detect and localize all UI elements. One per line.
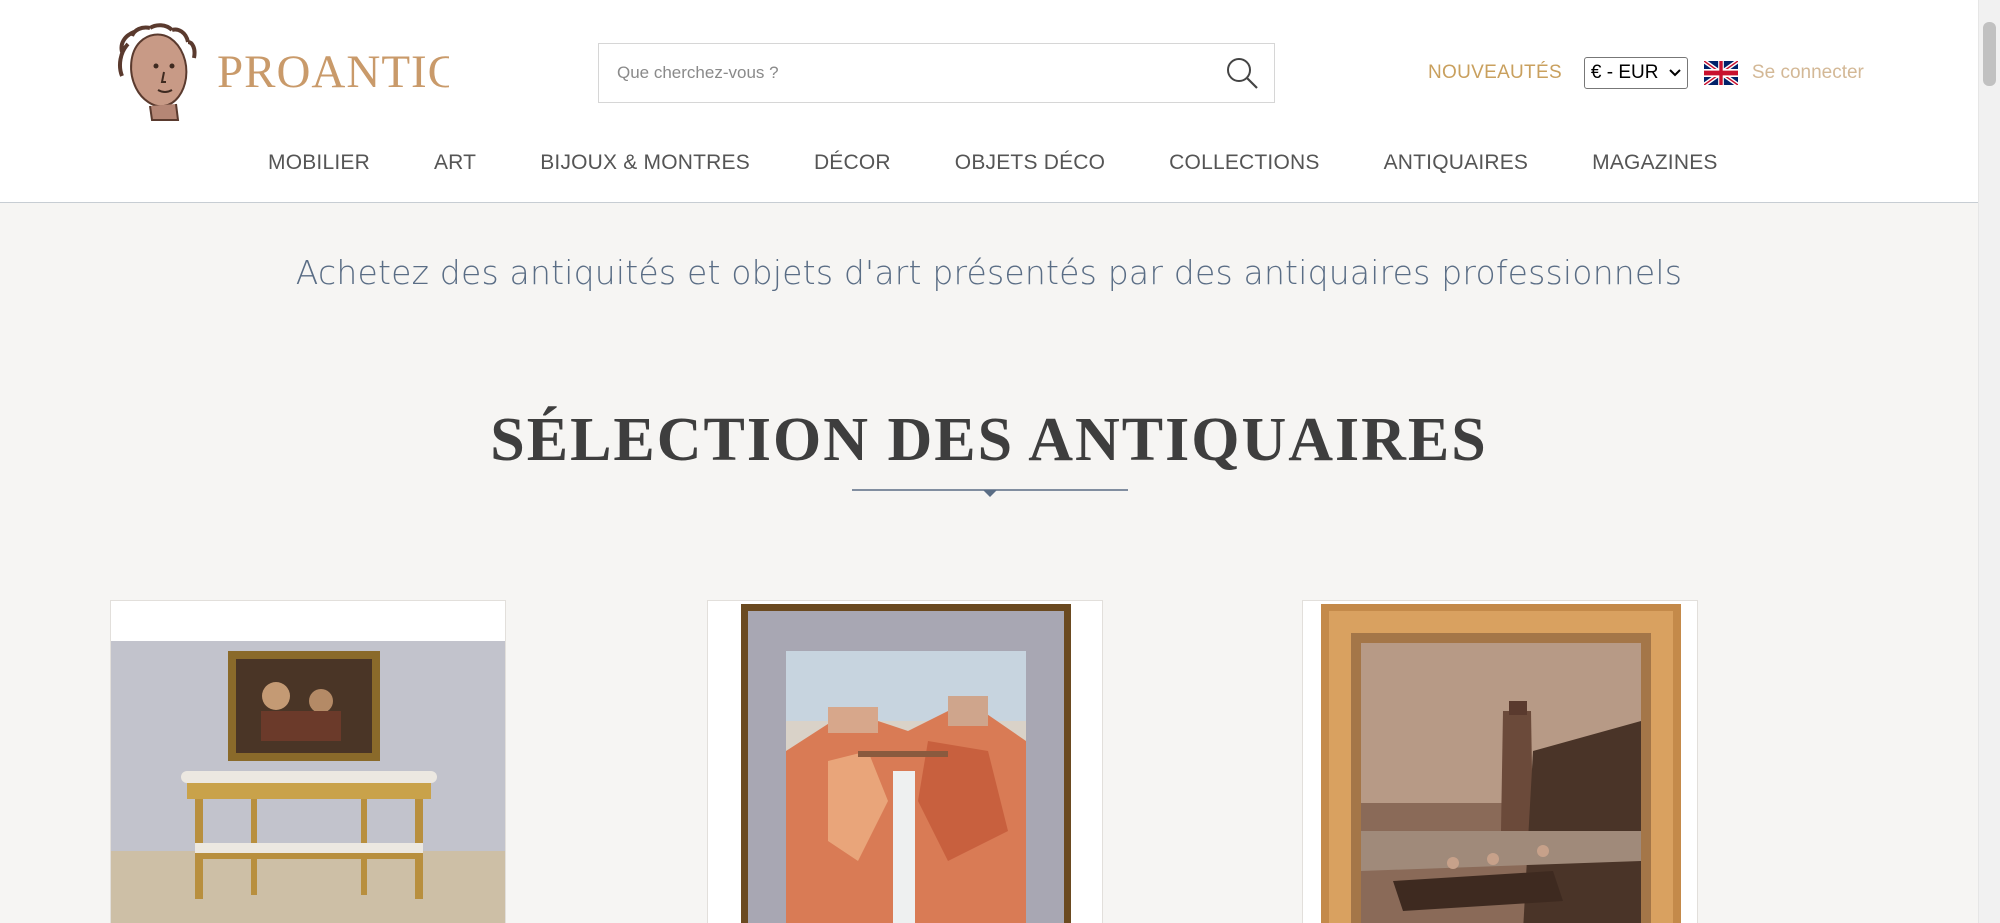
section-divider [852, 489, 1128, 497]
nav-item-bijoux-montres[interactable]: BIJOUX & MONTRES [540, 151, 750, 175]
nav-item-decor[interactable]: DÉCOR [814, 151, 891, 175]
nav-item-mobilier[interactable]: MOBILIER [268, 151, 370, 175]
uk-flag-icon[interactable] [1703, 61, 1738, 85]
nav-item-magazines[interactable]: MAGAZINES [1592, 151, 1717, 175]
product-card[interactable] [707, 600, 1103, 923]
currency-select[interactable]: € - EUR [1583, 57, 1688, 89]
chevron-down-icon [1669, 69, 1681, 77]
product-carousel [110, 600, 1700, 923]
nav-item-art[interactable]: ART [434, 151, 476, 175]
section-title: SÉLECTION DES ANTIQUAIRES [490, 406, 1488, 474]
product-image-console-table [111, 601, 505, 923]
logo-head-icon [118, 23, 197, 121]
product-image-watercolor-painting [708, 601, 1102, 923]
search-input[interactable] [599, 44, 1224, 102]
currency-value: € - EUR [1590, 62, 1659, 83]
search-icon[interactable] [1224, 55, 1260, 91]
nouveautes-link[interactable]: NOUVEAUTÉS [1428, 62, 1562, 84]
search-bar [598, 43, 1275, 103]
product-image-seascape-painting [1303, 601, 1697, 923]
logo-link[interactable]: PROANTIC [110, 22, 455, 122]
product-card[interactable] [1302, 600, 1698, 923]
nav-item-antiquaires[interactable]: ANTIQUAIRES [1384, 151, 1529, 175]
header-actions: NOUVEAUTÉS € - EUR Se connecter [1428, 56, 1864, 90]
nav-item-collections[interactable]: COLLECTIONS [1169, 151, 1319, 175]
login-link[interactable]: Se connecter [1752, 62, 1864, 84]
main-nav: MOBILIER ART BIJOUX & MONTRES DÉCOR OBJE… [268, 148, 1782, 178]
tagline: Achetez des antiquités et objets d'art p… [295, 253, 1683, 292]
page-scrollbar[interactable] [1978, 0, 2000, 923]
product-card[interactable] [110, 600, 506, 923]
scrollbar-thumb[interactable] [1983, 22, 1996, 86]
nav-item-objets-deco[interactable]: OBJETS DÉCO [955, 151, 1105, 175]
logo-text: PROANTIC [217, 46, 449, 98]
site-header: PROANTIC NOUVEAUTÉS € - EUR Se connecter… [0, 0, 1978, 203]
